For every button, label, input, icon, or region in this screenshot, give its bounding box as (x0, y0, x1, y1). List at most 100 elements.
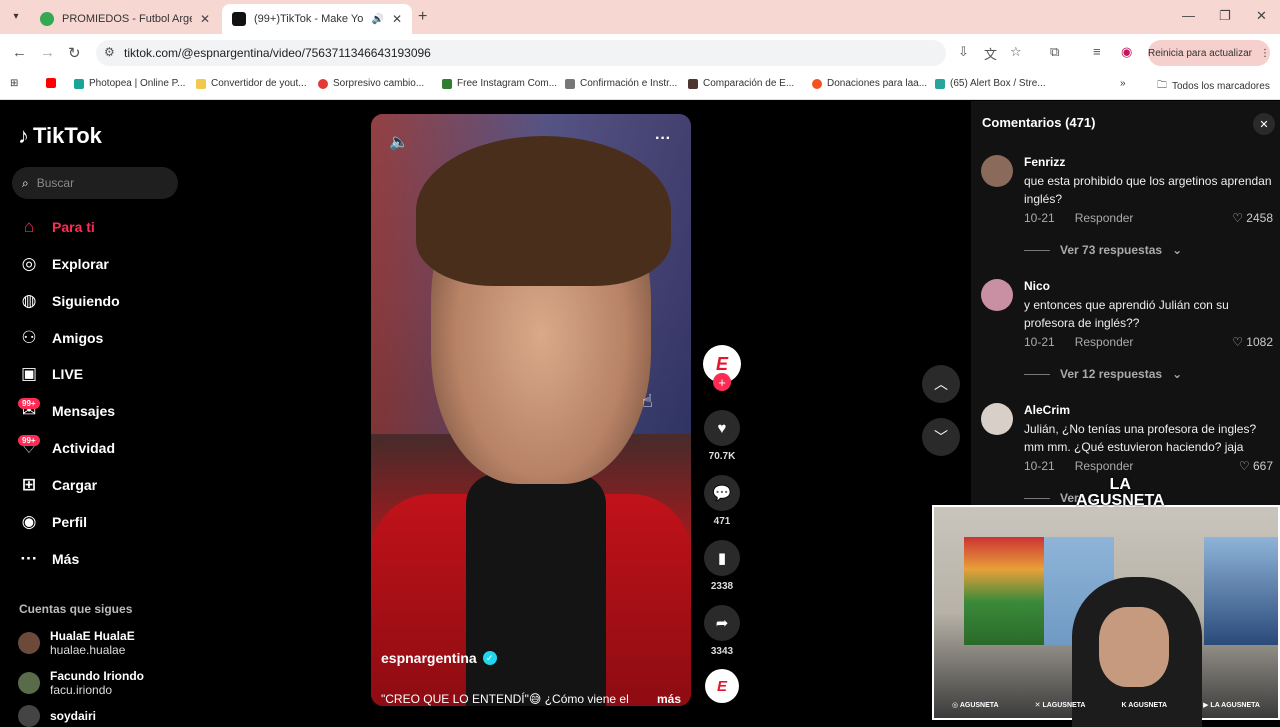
comment-like-button[interactable]: ♡ 2458 (1232, 211, 1273, 225)
avatar[interactable] (981, 279, 1013, 311)
nav-explorar[interactable]: ◎ Explorar (18, 251, 109, 277)
follow-plus-icon[interactable]: + (713, 373, 731, 391)
bookmark-confirmacion[interactable]: Confirmación e Instr... (565, 78, 677, 89)
save-button[interactable]: ▮ 2338 (702, 540, 742, 592)
bookmark-instagram[interactable]: Free Instagram Com... (442, 78, 557, 89)
logo-line-2: AGUSNETA (1076, 492, 1165, 509)
next-video-button[interactable]: ﹀ (922, 418, 960, 456)
nav-para-ti[interactable]: ⌂ Para ti (18, 214, 95, 240)
extensions-icon[interactable]: ⧉ (1050, 44, 1059, 60)
update-button[interactable]: Reinicia para actualizar ⋮ (1148, 40, 1270, 66)
close-icon: ✕ (1259, 118, 1269, 131)
bookmark-star-icon[interactable]: ☆ (1010, 44, 1022, 60)
nav-label: Perfil (52, 514, 88, 530)
bookmark-photopea[interactable]: Photopea | Online P... (74, 78, 185, 89)
tiktok-logo[interactable]: ♪ TikTok (18, 123, 102, 149)
profile-icon[interactable]: ◉ (1121, 44, 1132, 60)
nav-perfil[interactable]: ◉ Perfil (18, 509, 87, 535)
more-options-icon[interactable]: ··· (655, 130, 671, 148)
bookmark-youtube[interactable] (46, 78, 56, 88)
previous-video-button[interactable]: ︿ (922, 365, 960, 403)
view-replies-button[interactable]: Ver 73 respuestas ⌄ (1024, 243, 1182, 257)
browser-tab-strip: ▾ PROMIEDOS - Futbol Argentino ✕ (99+)Ti… (0, 0, 1280, 34)
link-icon (565, 78, 575, 89)
volume-icon[interactable]: 🔈 (389, 132, 409, 152)
reply-button[interactable]: Responder (1075, 459, 1134, 473)
more-bookmarks-icon[interactable]: » (1120, 78, 1126, 89)
bookmark-label: Photopea | Online P... (89, 78, 186, 89)
close-tab-icon[interactable]: ✕ (392, 12, 402, 26)
reply-button[interactable]: Responder (1075, 335, 1134, 349)
comment-user[interactable]: Fenrizz (1024, 155, 1065, 169)
nav-label: Amigos (52, 330, 104, 346)
comment-date: 10-21 (1024, 459, 1055, 473)
close-comments-button[interactable]: ✕ (1253, 113, 1275, 135)
nav-live[interactable]: ▣ LIVE (18, 361, 83, 387)
share-button[interactable]: ➦ 3343 (702, 605, 742, 657)
view-replies-button[interactable]: Ver 12 respuestas ⌄ (1024, 367, 1182, 381)
like-button[interactable]: ♥ 70.7K (702, 410, 742, 462)
activity-badge: 99+ (18, 435, 40, 446)
close-tab-icon[interactable]: ✕ (200, 12, 210, 26)
forward-icon[interactable]: → (40, 44, 55, 61)
comment-like-button[interactable]: ♡ 667 (1239, 459, 1273, 473)
social-handles: ◎ AGUSNETA ✕ LAGUSNETA K AGUSNETA ▶ LA A… (934, 695, 1278, 715)
heart-outline-icon: ♡ (1232, 211, 1247, 225)
tab-search-button[interactable]: ▾ (6, 8, 26, 26)
media-control-icon[interactable]: ≡ (1093, 44, 1101, 59)
install-app-icon[interactable]: ⇩ (958, 44, 969, 60)
browser-tab-promiedos[interactable]: PROMIEDOS - Futbol Argentino ✕ (30, 4, 220, 34)
comment-meta: 10-21 Responder (1024, 211, 1133, 225)
bookmark-donaciones[interactable]: Donaciones para laa... (812, 78, 927, 89)
bookmark-sorpresivo[interactable]: Sorpresivo cambio... (318, 78, 424, 89)
window-close-icon[interactable]: ✕ (1256, 8, 1267, 24)
reply-button[interactable]: Responder (1075, 211, 1134, 225)
nav-cargar[interactable]: ⊞ Cargar (18, 472, 97, 498)
bookmark-alertbox[interactable]: (65) Alert Box / Stre... (935, 78, 1046, 89)
minimize-icon[interactable]: — (1182, 8, 1195, 23)
following-item[interactable]: Facundo Iriondo facu.iriondo (18, 669, 144, 697)
back-icon[interactable]: ← (12, 44, 27, 61)
bookmark-label: Comparación de E... (703, 78, 795, 89)
handle-text: AGUSNETA (1128, 701, 1168, 709)
video-shirt (466, 474, 606, 706)
more-link[interactable]: más (657, 692, 681, 706)
avatar[interactable] (981, 155, 1013, 187)
apps-grid-icon[interactable]: ⊞ (10, 78, 18, 89)
streamlabs-icon (935, 78, 945, 89)
bookmark-comparacion[interactable]: Comparación de E... (688, 78, 794, 89)
all-bookmarks[interactable]: 🗀 Todos los marcadores (1157, 78, 1270, 95)
sound-button[interactable]: E (702, 669, 742, 703)
site-info-icon[interactable]: ⚙ (104, 45, 115, 59)
translate-icon[interactable]: 文 (984, 44, 997, 63)
search-input[interactable]: ⌕ Buscar (12, 167, 178, 199)
nav-mas[interactable]: ··· Más (18, 546, 80, 572)
folder-icon: 🗀 (1157, 80, 1167, 91)
following-item[interactable]: soydairi (18, 705, 96, 727)
comment-like-button[interactable]: ♡ 1082 (1232, 335, 1273, 349)
reload-icon[interactable]: ↻ (68, 44, 81, 62)
maximize-icon[interactable]: ❐ (1219, 8, 1231, 24)
comment-user[interactable]: AleCrim (1024, 403, 1070, 417)
more-icon: ··· (20, 549, 38, 568)
caption-text: "CREO QUE LO ENTENDÍ"😅 ¿Cómo viene el (381, 692, 629, 706)
upload-icon: ⊞ (21, 475, 37, 494)
comment-user[interactable]: Nico (1024, 279, 1050, 293)
new-tab-button[interactable]: + (418, 8, 427, 26)
nav-siguiendo[interactable]: ◍ Siguiendo (18, 288, 120, 314)
bookmark-convertidor[interactable]: Convertidor de yout... (196, 78, 307, 89)
bookmark-label: Free Instagram Com... (457, 78, 558, 89)
bookmark-label: Sorpresivo cambio... (333, 78, 425, 89)
following-item[interactable]: HualaE HualaE hualae.hualae (18, 629, 135, 657)
nav-amigos[interactable]: ⚇ Amigos (18, 325, 103, 351)
browser-tab-tiktok[interactable]: (99+)TikTok - Make Your Day 🔊 ✕ (222, 4, 412, 34)
speaker-icon[interactable]: 🔊 (371, 14, 383, 25)
video-author[interactable]: espnargentina ✓ (381, 650, 497, 666)
address-bar[interactable]: tiktok.com/@espnargentina/video/75637113… (96, 40, 946, 66)
video-actions: E + ♥ 70.7K 💬 471 ▮ 2338 ➦ 3343 E (702, 101, 742, 720)
comment-button[interactable]: 💬 471 (702, 475, 742, 527)
avatar[interactable] (981, 403, 1013, 435)
update-label: Reinicia para actualizar (1148, 47, 1252, 59)
sidebar: ♪ TikTok ⌕ Buscar ⌂ Para ti ◎ Explorar ◍ Sigu… (0, 101, 200, 727)
author-avatar-button[interactable]: E + (702, 345, 742, 391)
